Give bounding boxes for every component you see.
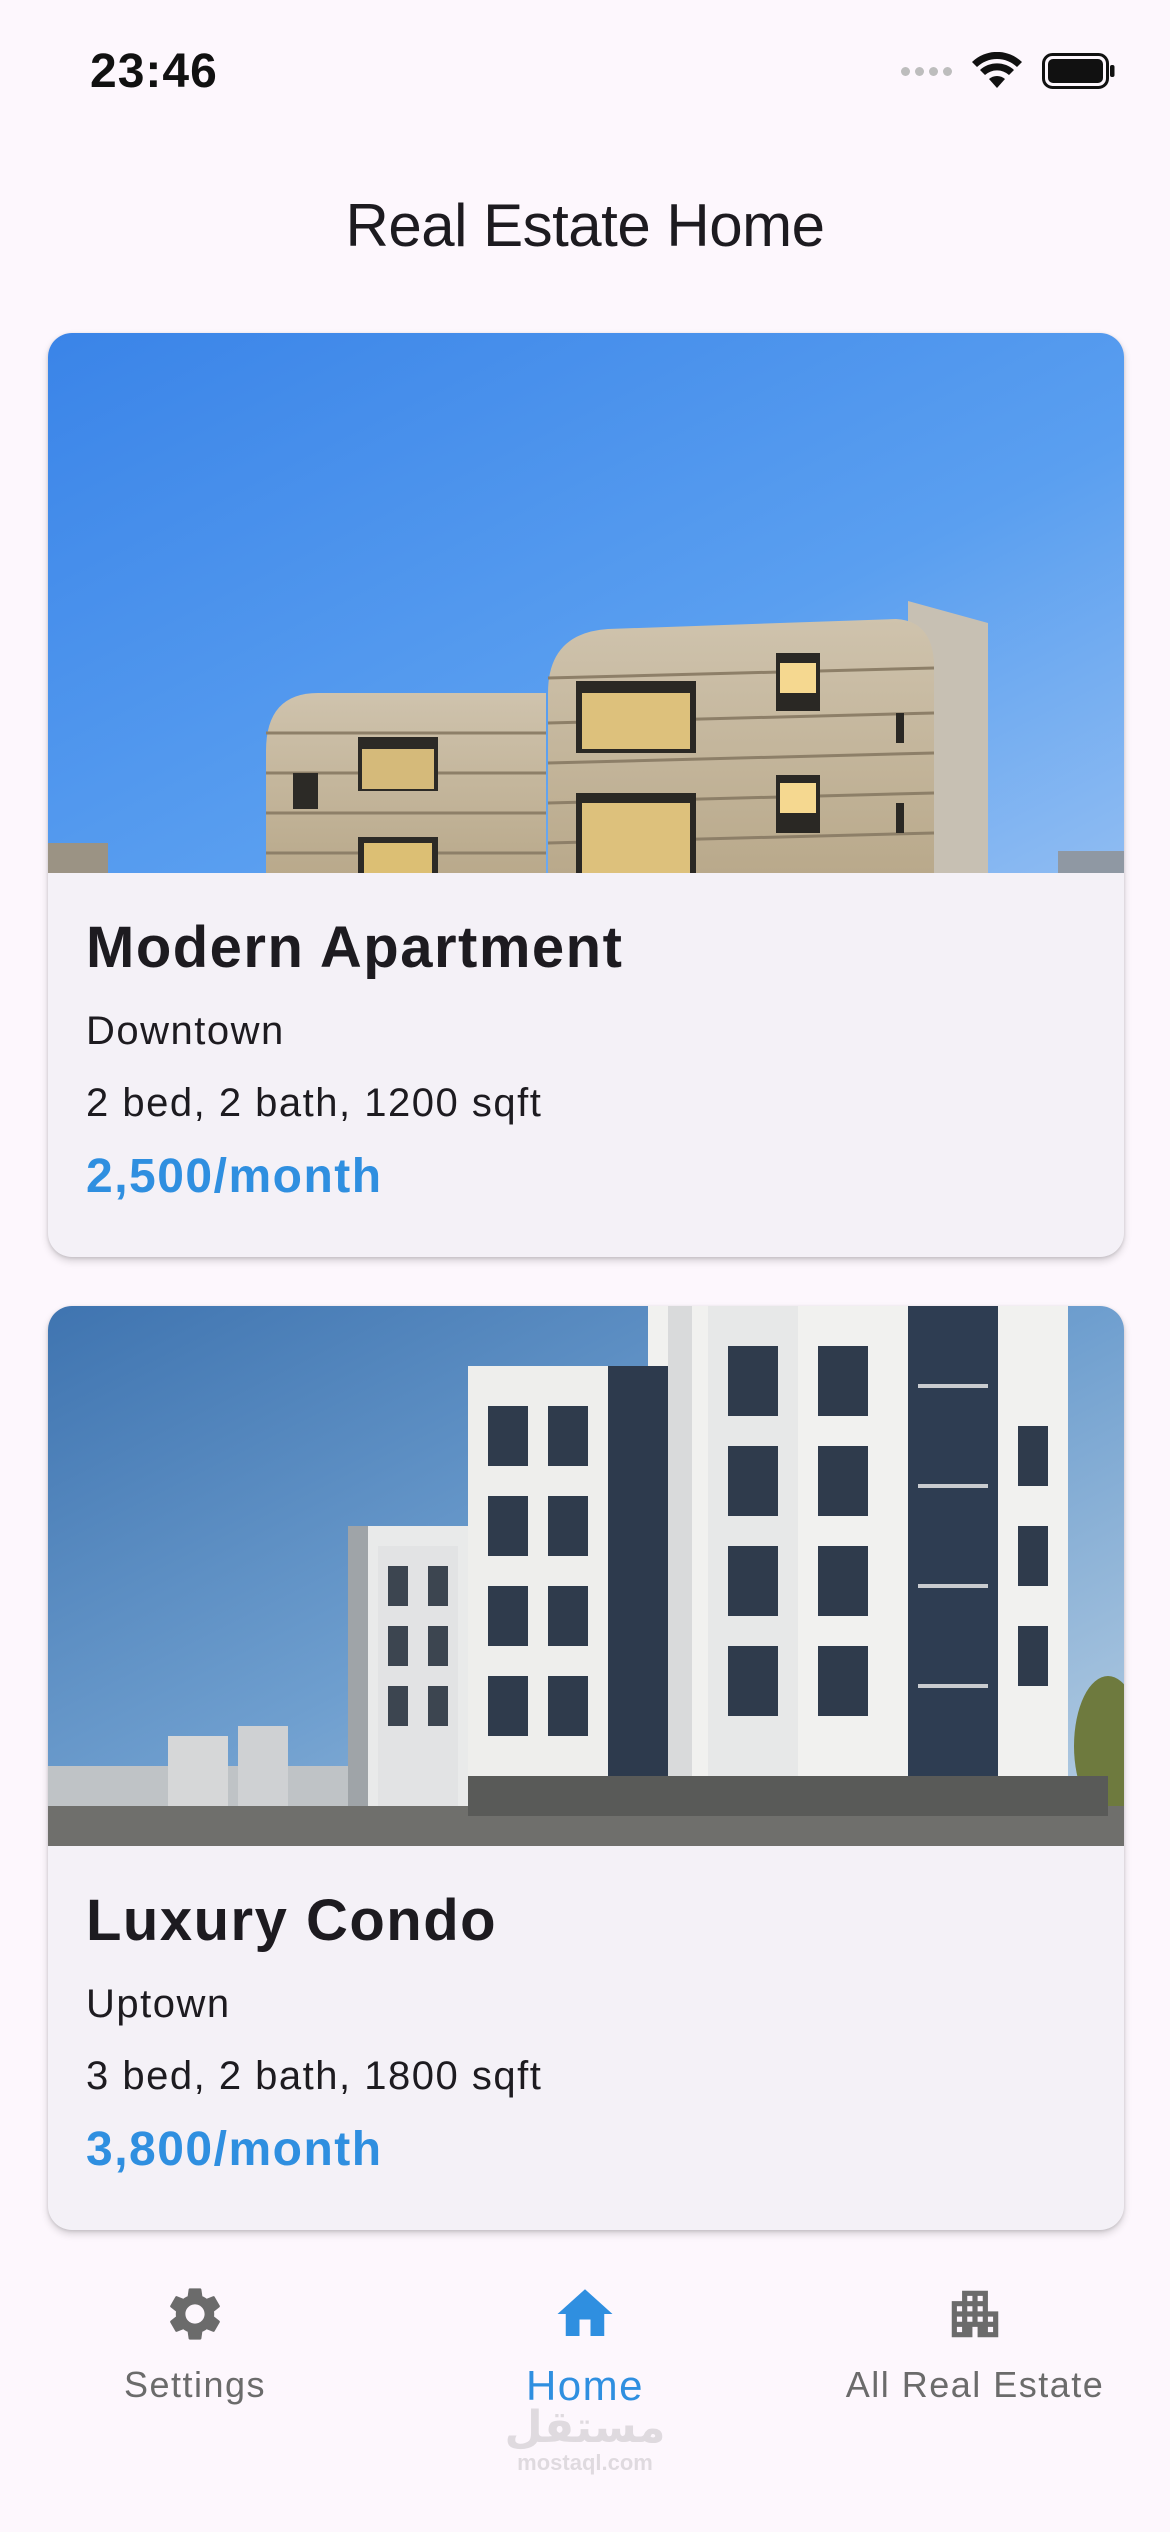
- status-icons: [901, 52, 1116, 90]
- listing-photo: [48, 1306, 1124, 1846]
- nav-home[interactable]: Home: [390, 2280, 780, 2410]
- page-title: Real Estate Home: [345, 191, 825, 259]
- nav-label: Settings: [123, 2364, 267, 2405]
- listing-card[interactable]: Luxury Condo Uptown 3 bed, 2 bath, 1800 …: [48, 1306, 1124, 2230]
- bottom-navigation-bar: Settings Home All Real Estate: [0, 2250, 1170, 2532]
- listing-card[interactable]: Modern Apartment Downtown 2 bed, 2 bath,…: [48, 333, 1124, 1257]
- battery-icon: [1042, 53, 1115, 89]
- nav-all-real-estate[interactable]: All Real Estate: [780, 2280, 1170, 2406]
- listing-location: Downtown: [86, 1009, 285, 1053]
- nav-settings[interactable]: Settings: [0, 2280, 390, 2406]
- listing-details: Modern Apartment Downtown 2 bed, 2 bath,…: [48, 873, 1124, 1201]
- listing-specs: 2 bed, 2 bath, 1200 sqft: [86, 1081, 543, 1125]
- cellular-signal-icon: [901, 66, 952, 76]
- status-time: 23:46: [90, 45, 218, 98]
- app-bar: Real Estate Home: [0, 150, 1170, 300]
- nav-label: All Real Estate: [845, 2364, 1105, 2405]
- listing-price: 2,500/month: [86, 1150, 383, 1203]
- apartment-building-icon: [941, 2280, 1009, 2348]
- listing-specs: 3 bed, 2 bath, 1800 sqft: [86, 2054, 543, 2098]
- listing-photo: [48, 333, 1124, 873]
- listing-title: Luxury Condo: [86, 1888, 498, 1953]
- home-icon: [551, 2280, 619, 2348]
- listing-title: Modern Apartment: [86, 915, 624, 980]
- app-screen: 23:46 Real Estate Home Modern Apartment …: [0, 0, 1170, 2532]
- nav-label: Home: [525, 2362, 645, 2409]
- gear-icon: [161, 2280, 229, 2348]
- listing-price: 3,800/month: [86, 2123, 383, 2176]
- wifi-icon: [972, 52, 1022, 88]
- listing-details: Luxury Condo Uptown 3 bed, 2 bath, 1800 …: [48, 1846, 1124, 2174]
- status-bar: 23:46: [0, 0, 1170, 150]
- listing-location: Uptown: [86, 1982, 231, 2026]
